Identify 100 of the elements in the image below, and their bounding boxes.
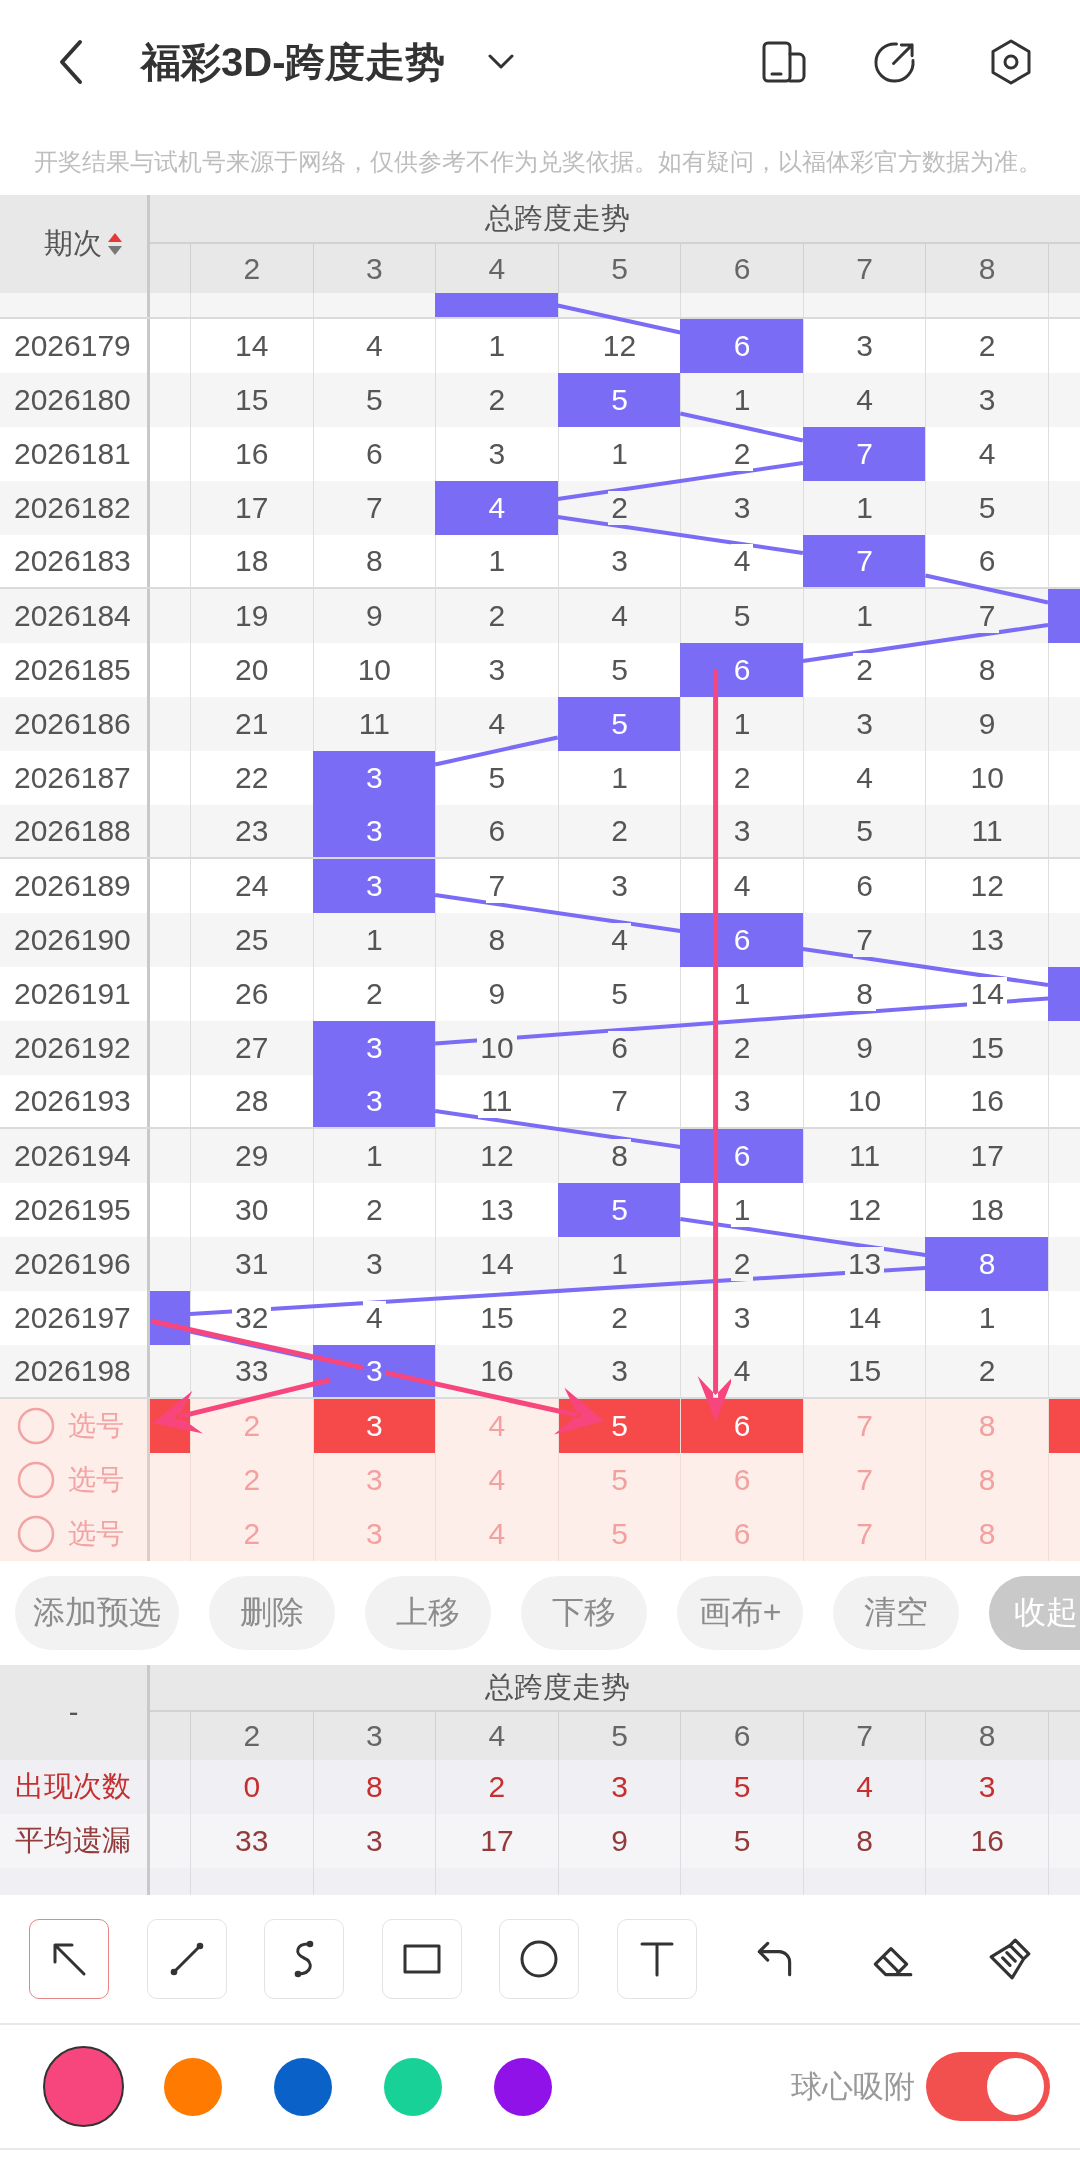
pick-cell[interactable]: 4 bbox=[435, 1507, 558, 1561]
row-label: 平均遗漏 bbox=[15, 1823, 131, 1858]
highlighted-cell: 6 bbox=[680, 643, 803, 697]
picked-cell[interactable]: 5 bbox=[557, 1399, 681, 1453]
pick-cell[interactable]: 6 bbox=[680, 1507, 803, 1561]
table-cell: 30 bbox=[190, 1183, 313, 1237]
issue-number: 2026191 bbox=[14, 977, 131, 1011]
pick-checkbox[interactable] bbox=[17, 1407, 55, 1445]
table-cell: 15 bbox=[925, 1021, 1048, 1075]
row-label: 出现次数 bbox=[15, 1769, 131, 1804]
table-cell: 8 bbox=[312, 535, 436, 587]
highlighted-cell: 5 bbox=[557, 1183, 681, 1237]
issue-number: 2026181 bbox=[14, 437, 131, 471]
issue-number: 2026182 bbox=[14, 491, 131, 525]
settings-icon[interactable] bbox=[990, 39, 1032, 85]
table-cell: 6 bbox=[435, 805, 558, 857]
issue-number: 2026192 bbox=[14, 1031, 131, 1065]
highlighted-cell: 6 bbox=[680, 319, 803, 373]
highlighted-cell: 3 bbox=[312, 751, 436, 805]
highlighted-cell: 4 bbox=[435, 481, 558, 535]
page-title: 福彩3D-跨度走势 bbox=[141, 38, 446, 86]
action-button[interactable]: 下移 bbox=[521, 1576, 647, 1650]
table-cell: 11 bbox=[802, 1129, 926, 1183]
table-cell: 19 bbox=[190, 589, 313, 643]
table-cell: 2 bbox=[557, 805, 681, 857]
issue-number: 2026180 bbox=[14, 383, 131, 417]
table-cell: 24 bbox=[190, 859, 313, 913]
column-group-header: 总跨度走势 bbox=[485, 200, 630, 236]
table-cell: 17 bbox=[190, 481, 313, 535]
pick-label: 选号 bbox=[68, 1409, 124, 1443]
back-icon[interactable] bbox=[58, 39, 84, 85]
table-cell: 10 bbox=[802, 1075, 926, 1127]
picked-cell[interactable]: 3 bbox=[312, 1399, 436, 1453]
table-cell: 10 bbox=[312, 643, 436, 697]
issue-number: 2026194 bbox=[14, 1139, 131, 1173]
table-cell: 3 bbox=[557, 1345, 681, 1397]
issue-number: 2026193 bbox=[14, 1084, 131, 1118]
color-swatch[interactable] bbox=[494, 2057, 552, 2116]
table-cell: 7 bbox=[557, 1075, 681, 1127]
table-cell: 17 bbox=[925, 1129, 1048, 1183]
pick-checkbox[interactable] bbox=[17, 1515, 55, 1553]
table-cell: 15 bbox=[802, 1345, 926, 1397]
tool-button[interactable] bbox=[29, 1919, 109, 1999]
action-button[interactable]: 上移 bbox=[365, 1576, 491, 1650]
table-cell: 14 bbox=[802, 1291, 926, 1345]
highlighted-cell: 3 bbox=[312, 1021, 436, 1075]
picked-cell[interactable] bbox=[1047, 1399, 1080, 1453]
chevron-down-icon[interactable] bbox=[488, 54, 515, 70]
table-cell: 21 bbox=[190, 697, 313, 751]
disclaimer-text: 开奖结果与试机号来源于网络，仅供参考不作为兑奖依据。如有疑问，以福体彩官方数据为准。 bbox=[34, 149, 1042, 175]
sort-header[interactable]: 期次 bbox=[44, 224, 123, 264]
table-cell: 20 bbox=[190, 643, 313, 697]
issue-number: 2026184 bbox=[14, 599, 131, 633]
share-icon[interactable] bbox=[873, 40, 916, 84]
picked-cell[interactable]: 6 bbox=[680, 1399, 803, 1453]
table-cell: 13 bbox=[435, 1183, 558, 1237]
color-swatch[interactable] bbox=[164, 2057, 222, 2116]
table-cell: 27 bbox=[190, 1021, 313, 1075]
color-swatch[interactable] bbox=[384, 2057, 442, 2116]
action-button[interactable]: 画布+ bbox=[677, 1576, 803, 1650]
pick-label: 选号 bbox=[68, 1517, 124, 1551]
device-icon[interactable] bbox=[762, 41, 806, 83]
issue-number: 2026185 bbox=[14, 653, 131, 687]
table-cell: 16 bbox=[190, 427, 313, 481]
table-cell: 16 bbox=[925, 1075, 1048, 1127]
pick-label: 选号 bbox=[68, 1463, 124, 1497]
issue-number: 2026195 bbox=[14, 1193, 131, 1227]
issue-number: 2026187 bbox=[14, 761, 131, 795]
table-cell: 5 bbox=[802, 805, 926, 857]
table-cell: 3 bbox=[557, 535, 681, 587]
table-cell: 28 bbox=[190, 1075, 313, 1127]
table-cell: 14 bbox=[190, 319, 313, 373]
highlighted-cell: 7 bbox=[802, 535, 926, 587]
corner-label: - bbox=[68, 1696, 79, 1729]
issue-number: 2026183 bbox=[14, 544, 131, 578]
table-cell: 2 bbox=[925, 1345, 1048, 1397]
pick-checkbox[interactable] bbox=[17, 1461, 55, 1499]
issue-number: 2026196 bbox=[14, 1247, 131, 1281]
issue-number: 2026188 bbox=[14, 814, 131, 848]
table-cell: 23 bbox=[190, 805, 313, 857]
color-swatch[interactable] bbox=[274, 2057, 332, 2116]
table-cell: 15 bbox=[190, 373, 313, 427]
pick-cell[interactable]: 5 bbox=[557, 1507, 681, 1561]
pick-cell[interactable]: 2 bbox=[190, 1507, 313, 1561]
pick-cell[interactable]: 3 bbox=[312, 1507, 436, 1561]
action-button[interactable]: 清空 bbox=[833, 1576, 959, 1650]
table-cell: 22 bbox=[190, 751, 313, 805]
highlighted-cell: 5 bbox=[557, 373, 681, 427]
table-cell: 25 bbox=[190, 913, 313, 967]
action-button[interactable]: 删除 bbox=[209, 1576, 335, 1650]
table-cell: 10 bbox=[925, 751, 1048, 805]
table-cell: 11 bbox=[925, 805, 1048, 857]
action-button[interactable]: 添加预选 bbox=[15, 1576, 179, 1650]
highlighted-cell: 3 bbox=[312, 1345, 436, 1397]
highlighted-cell: 3 bbox=[312, 805, 436, 857]
pick-cell[interactable]: 7 bbox=[802, 1507, 926, 1561]
pick-cell[interactable]: 8 bbox=[925, 1507, 1048, 1561]
column-group-header: 总跨度走势 bbox=[485, 1669, 630, 1705]
issue-number: 2026179 bbox=[14, 329, 131, 363]
table-cell: 18 bbox=[925, 1183, 1048, 1237]
